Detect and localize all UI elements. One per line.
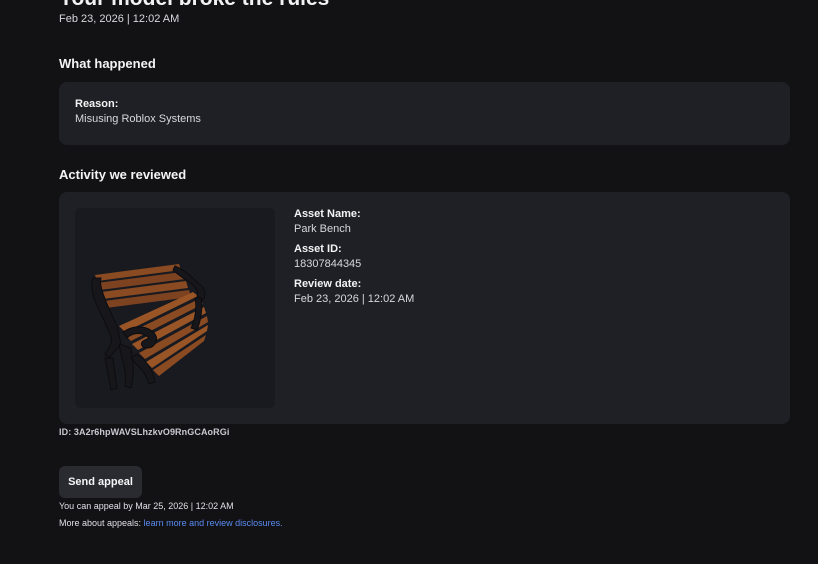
reason-label: Reason: [75,98,119,110]
asset-id-value: 18307844345 [294,258,362,270]
review-date-value: Feb 23, 2026 | 12:02 AM [294,293,415,305]
appeal-deadline-text: You can appeal by Mar 25, 2026 | 12:02 A… [59,501,234,511]
asset-details: Asset Name: Park Bench Asset ID: 1830784… [294,208,414,313]
reason-value: Misusing Roblox Systems [75,113,201,125]
activity-card: Asset Name: Park Bench Asset ID: 1830784… [59,192,790,424]
asset-thumbnail [75,208,275,408]
asset-id-label: Asset ID: [294,243,342,255]
reason-field: Reason: Misusing Roblox Systems [75,98,201,125]
asset-name-label: Asset Name: [294,208,361,220]
reason-card: Reason: Misusing Roblox Systems [59,82,790,145]
appeal-info-prefix: More about appeals: [59,518,144,528]
review-date-label: Review date: [294,278,362,290]
appeal-learn-more-link[interactable]: learn more and review disclosures. [144,518,283,528]
send-appeal-button[interactable]: Send appeal [59,466,142,498]
what-happened-heading: What happened [59,56,156,71]
activity-heading: Activity we reviewed [59,167,187,182]
asset-name-value: Park Bench [294,223,351,235]
asset-name-field: Asset Name: Park Bench [294,208,414,235]
page-title: Your model broke the rules [59,0,329,11]
appeal-info-line: More about appeals: learn more and revie… [59,518,283,528]
notice-datetime: Feb 23, 2026 | 12:02 AM [59,13,180,25]
violation-notice-page: Your model broke the rules Feb 23, 2026 … [0,0,818,564]
asset-id-field: Asset ID: 18307844345 [294,243,414,270]
review-date-field: Review date: Feb 23, 2026 | 12:02 AM [294,278,414,305]
park-bench-icon [91,264,208,391]
moderation-id: ID: 3A2r6hpWAVSLhzkvO9RnGCAoRGi [59,427,230,437]
